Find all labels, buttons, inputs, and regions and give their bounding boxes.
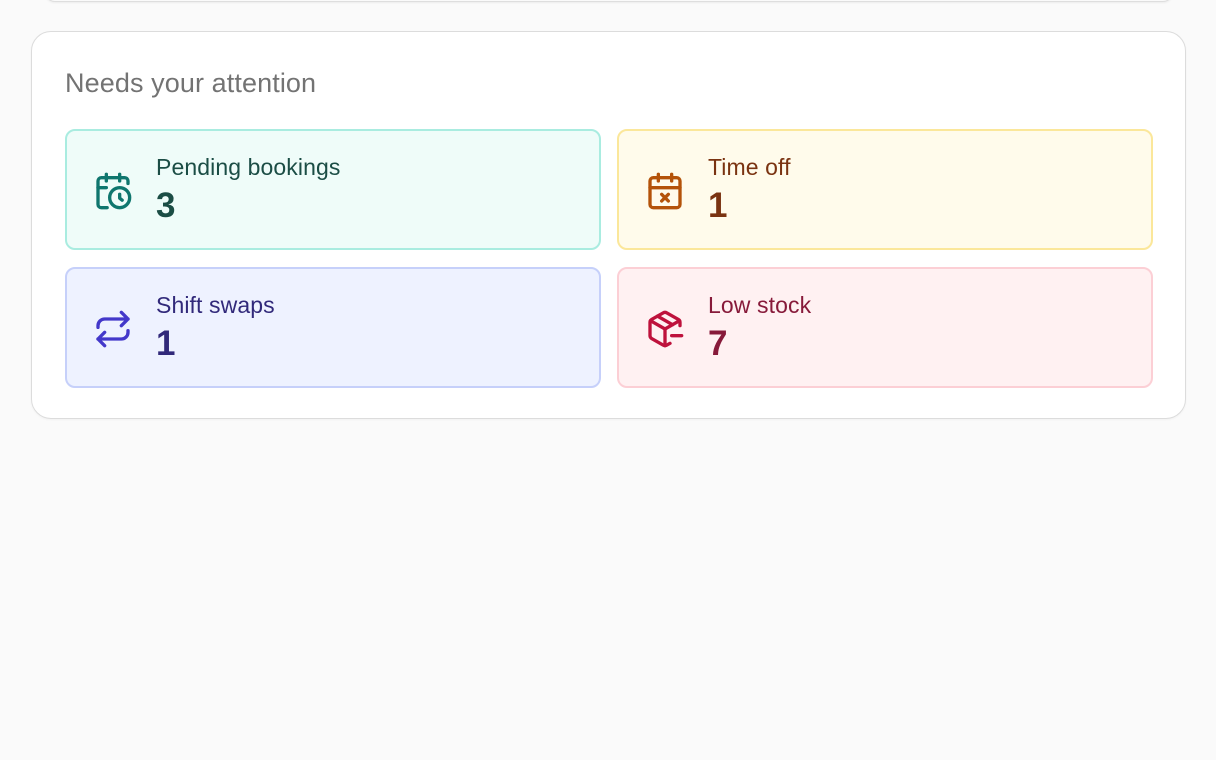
tile-count: 3 (156, 186, 176, 225)
tile-count: 1 (708, 186, 728, 225)
panel-title: Needs your attention (65, 68, 317, 98)
tile-label: Shift swaps (156, 292, 275, 318)
tile-label: Low stock (708, 292, 812, 318)
repeat-icon (93, 309, 133, 349)
package-minus-icon (645, 309, 685, 349)
tile-label: Pending bookings (156, 154, 341, 180)
low-stock-tile[interactable]: Low stock 7 (617, 267, 1153, 388)
shift-swaps-tile[interactable]: Shift swaps 1 (65, 267, 601, 388)
time-off-tile[interactable]: Time off 1 (617, 129, 1153, 250)
previous-card-edge (45, 0, 1173, 2)
calendar-clock-icon (93, 171, 133, 211)
tile-count: 7 (708, 324, 728, 363)
tile-count: 1 (156, 324, 176, 363)
calendar-x-icon (645, 171, 685, 211)
tile-label: Time off (708, 154, 791, 180)
attention-panel: Needs your attention Pending bookings 3 … (31, 31, 1186, 419)
pending-bookings-tile[interactable]: Pending bookings 3 (65, 129, 601, 250)
